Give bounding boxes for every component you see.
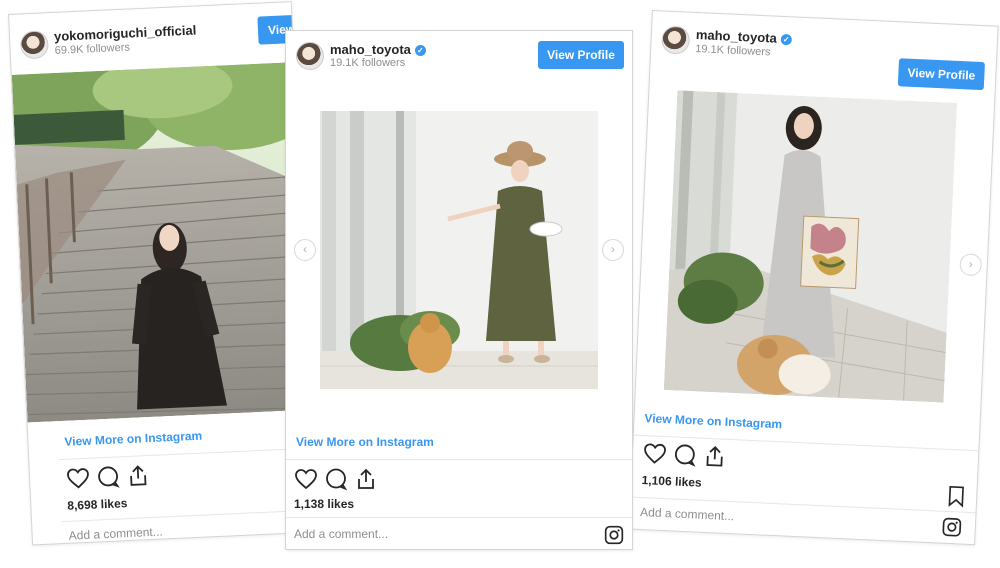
verified-badge-icon: ✓ bbox=[414, 45, 426, 56]
divider bbox=[59, 447, 312, 461]
view-more-link[interactable]: View More on Instagram bbox=[296, 435, 434, 449]
follower-count: 19.1K followers bbox=[330, 57, 406, 69]
verified-badge-icon: ✓ bbox=[780, 33, 792, 46]
stairway-photo bbox=[11, 62, 310, 423]
comment-icon[interactable] bbox=[96, 464, 121, 489]
post-card-2: maho_toyota ✓ 19.1K followers View Profil… bbox=[285, 30, 633, 550]
heart-icon[interactable] bbox=[642, 441, 667, 466]
like-count: 1,106 likes bbox=[641, 473, 702, 490]
divider bbox=[62, 509, 314, 523]
like-count: 1,138 likes bbox=[294, 497, 355, 511]
avatar[interactable] bbox=[296, 42, 324, 70]
post-card-3: maho_toyota ✓ 19.1K followers View Profil… bbox=[628, 10, 999, 546]
avatar[interactable] bbox=[19, 30, 50, 60]
chevron-right-icon[interactable]: › bbox=[602, 239, 624, 261]
chevron-right-icon[interactable]: › bbox=[959, 253, 983, 277]
post-photo[interactable] bbox=[320, 111, 598, 389]
comment-input[interactable]: Add a comment... bbox=[68, 525, 163, 543]
view-more-link[interactable]: View More on Instagram bbox=[644, 411, 782, 431]
comment-icon[interactable] bbox=[672, 442, 697, 467]
view-profile-button[interactable]: View Profile bbox=[897, 58, 985, 91]
share-icon[interactable] bbox=[702, 444, 727, 469]
woman-dog-photo bbox=[320, 111, 598, 389]
heart-icon[interactable] bbox=[294, 467, 318, 491]
chevron-left-icon[interactable]: ‹ bbox=[294, 239, 316, 261]
dog-bag-photo bbox=[663, 90, 958, 403]
avatar[interactable] bbox=[661, 25, 691, 55]
post-photo[interactable] bbox=[11, 62, 310, 423]
post-photo[interactable] bbox=[663, 90, 958, 403]
instagram-icon[interactable] bbox=[941, 517, 962, 538]
follower-count: 19.1K followers bbox=[695, 43, 771, 59]
post-header: maho_toyota ✓ 19.1K followers View Profil… bbox=[650, 11, 997, 91]
view-more-link[interactable]: View More on Instagram bbox=[64, 429, 202, 449]
action-bar bbox=[66, 461, 187, 492]
bookmark-icon[interactable] bbox=[945, 485, 968, 508]
like-count: 8,698 likes bbox=[67, 496, 128, 513]
post-card-1: yokomoriguchi_official 69.9K followers V… bbox=[8, 1, 316, 546]
heart-icon[interactable] bbox=[66, 466, 91, 491]
post-header: maho_toyota ✓ 19.1K followers View Profil… bbox=[286, 31, 632, 91]
view-profile-button[interactable]: View Profile bbox=[538, 41, 624, 69]
comment-input[interactable]: Add a comment... bbox=[640, 505, 735, 523]
instagram-icon[interactable] bbox=[604, 525, 624, 545]
share-icon[interactable] bbox=[126, 463, 151, 488]
comment-icon[interactable] bbox=[324, 467, 348, 491]
follower-count: 69.9K followers bbox=[54, 41, 131, 57]
action-bar bbox=[294, 467, 414, 493]
divider bbox=[286, 517, 632, 518]
username[interactable]: maho_toyota ✓ bbox=[330, 42, 426, 57]
divider bbox=[286, 459, 632, 460]
comment-input[interactable]: Add a comment... bbox=[294, 527, 388, 541]
share-icon[interactable] bbox=[354, 467, 378, 491]
